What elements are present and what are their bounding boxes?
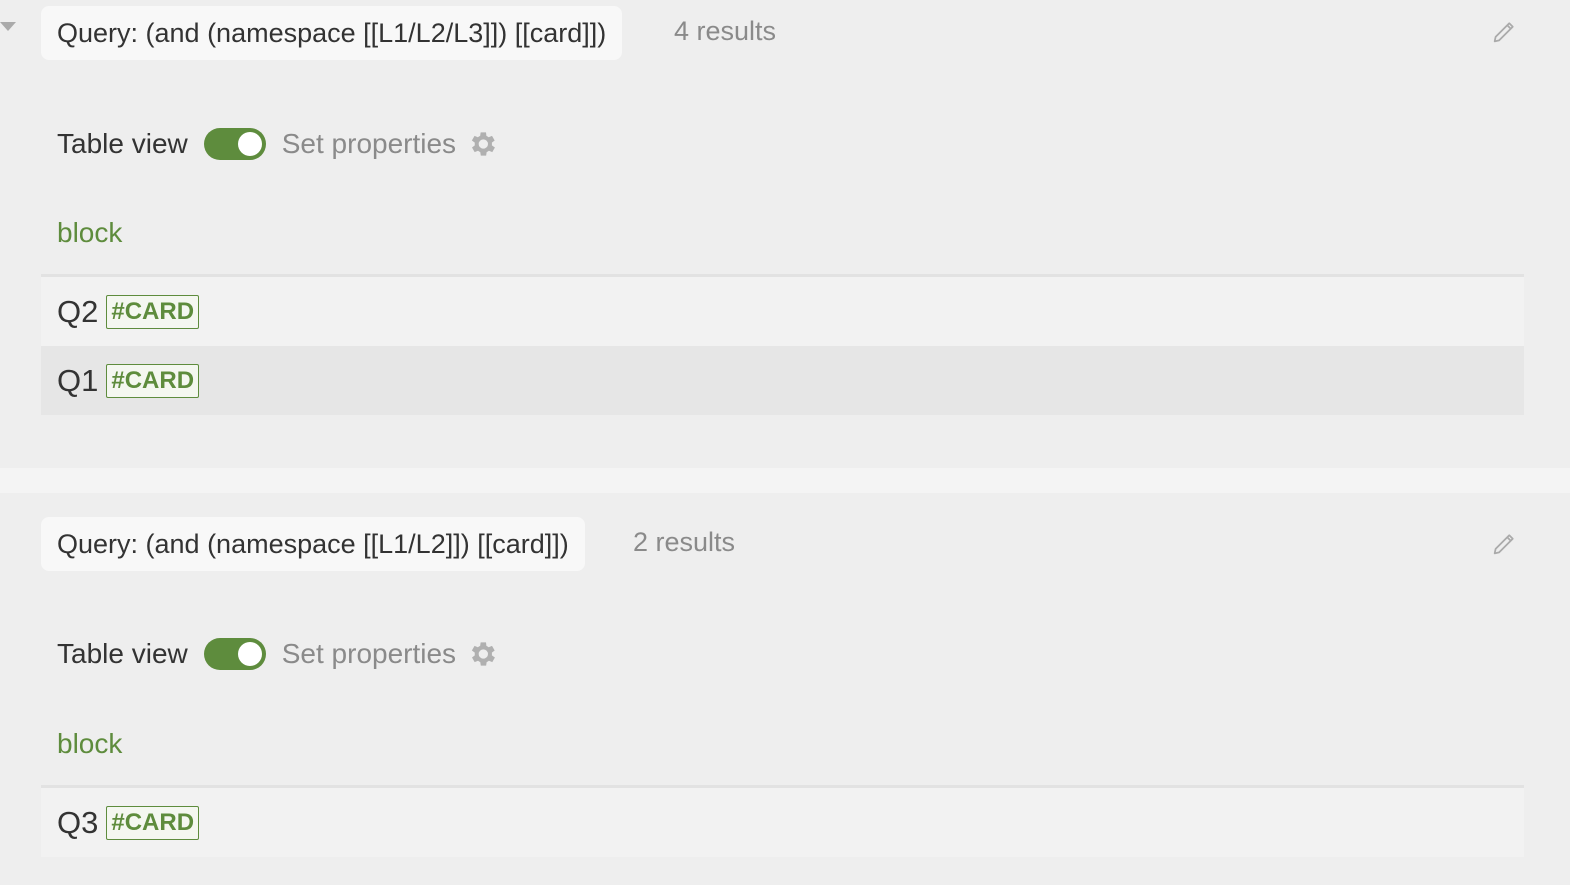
toggle-knob: [237, 642, 262, 666]
pencil-icon[interactable]: [1490, 18, 1518, 46]
row-title[interactable]: Q2: [57, 294, 98, 330]
row-title[interactable]: Q1: [57, 363, 98, 399]
table-row[interactable]: Q1 #CARD: [41, 346, 1524, 415]
gear-icon[interactable]: [466, 128, 498, 160]
table-view-toggle[interactable]: [203, 638, 266, 670]
query-block: Query: (and (namespace [[L1/L2/L3]]) [[c…: [0, 0, 1570, 468]
table-row[interactable]: Q3 #CARD: [41, 788, 1524, 857]
card-tag[interactable]: #CARD: [106, 363, 200, 398]
column-header-block[interactable]: block: [57, 728, 122, 760]
toggle-knob: [237, 132, 262, 156]
collapse-arrow-icon[interactable]: [0, 22, 16, 31]
results-count: 4 results: [674, 16, 777, 46]
results-count: 2 results: [633, 527, 736, 557]
table-view-toggle[interactable]: [203, 128, 266, 160]
column-header-block[interactable]: block: [57, 217, 122, 249]
pencil-icon[interactable]: [1490, 530, 1518, 558]
table-view-label: Table view: [57, 128, 188, 159]
table-row[interactable]: Q2 #CARD: [41, 277, 1524, 346]
set-properties-button[interactable]: Set properties: [282, 638, 456, 670]
query-title[interactable]: Query: (and (namespace [[L1/L2/L3]]) [[c…: [41, 6, 623, 60]
results-table: Q2 #CARD Q1 #CARD: [41, 274, 1524, 415]
query-controls: Table view Set properties: [57, 634, 498, 674]
gear-icon[interactable]: [466, 638, 498, 670]
row-title[interactable]: Q3: [57, 805, 98, 841]
table-view-label: Table view: [57, 638, 188, 669]
card-tag[interactable]: #CARD: [106, 294, 200, 329]
results-table: Q3 #CARD: [41, 785, 1524, 857]
card-tag[interactable]: #CARD: [106, 805, 200, 840]
set-properties-button[interactable]: Set properties: [282, 128, 456, 160]
query-block: Query: (and (namespace [[L1/L2]]) [[card…: [0, 493, 1570, 885]
query-title[interactable]: Query: (and (namespace [[L1/L2]]) [[card…: [41, 517, 585, 571]
query-controls: Table view Set properties: [57, 124, 498, 164]
